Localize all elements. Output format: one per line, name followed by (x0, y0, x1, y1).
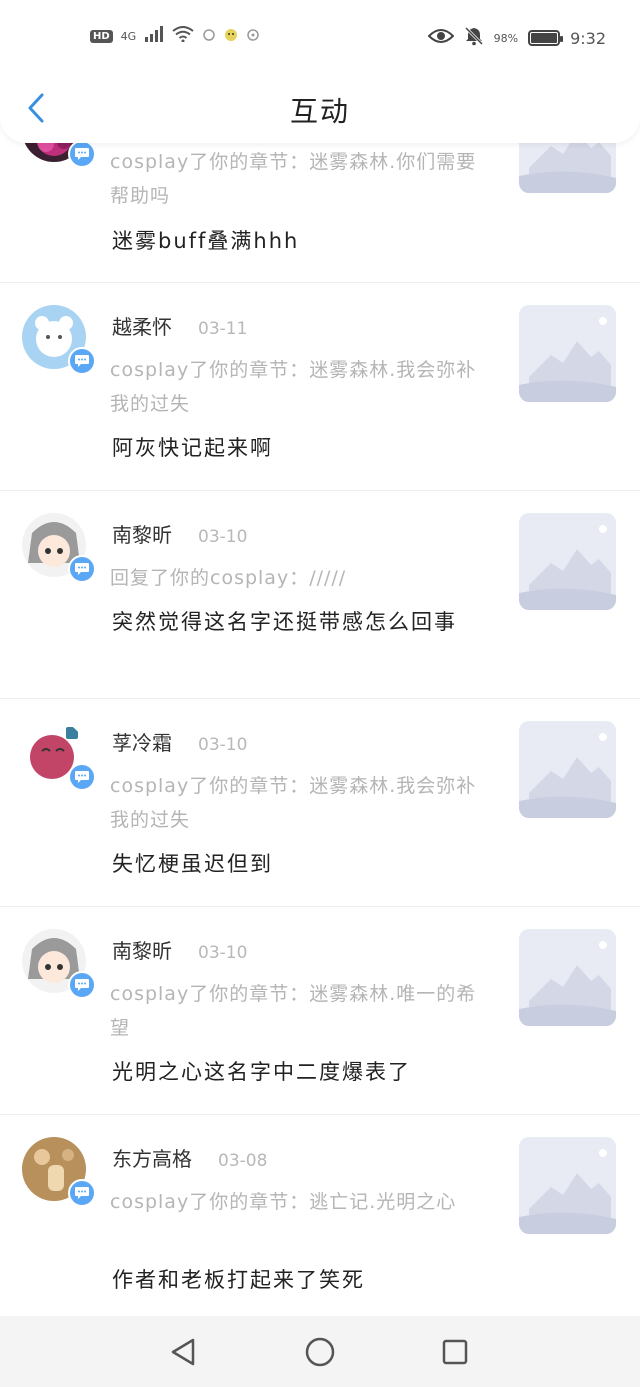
nav-recents-button[interactable] (437, 1334, 473, 1370)
list-item[interactable]: 南黎昕 03-10 cosplay了你的章节：迷雾森林.唯一的希望 光明之心这名… (0, 907, 640, 1115)
page-title: 互动 (289, 95, 350, 128)
comment-badge-icon (68, 1179, 96, 1207)
item-comment: 阿灰快记起来啊 (112, 436, 273, 460)
name-row: 东方高格 03-08 (112, 1143, 267, 1172)
battery-percent: 98% (493, 31, 519, 45)
chapter-thumbnail[interactable] (519, 1137, 616, 1234)
avatar[interactable] (22, 929, 96, 999)
item-description: 回复了你的cosplay：///// (110, 567, 347, 589)
back-triangle-icon (171, 1338, 195, 1366)
item-comment: 迷雾buff叠满hhh (112, 229, 300, 253)
user-name[interactable]: 南黎昕 (112, 519, 172, 548)
list-item[interactable]: 南黎昕 03-10 回复了你的cosplay：///// 突然觉得这名字还挺带感… (0, 491, 640, 699)
user-name[interactable]: 南黎昕 (112, 935, 172, 964)
avatar[interactable] (22, 513, 96, 583)
name-row: 南黎昕 03-10 (112, 935, 247, 964)
item-description: cosplay了你的章节：迷雾森林.我会弥补我的过失 (110, 359, 477, 415)
status-bar: HD 4G 98% 9:32 (0, 0, 640, 76)
list-item[interactable]: 东方高格 03-08 cosplay了你的章节：逃亡记.光明之心 作者和老板打起… (0, 1115, 640, 1316)
nav-home-button[interactable] (302, 1334, 338, 1370)
app-icon (246, 27, 260, 46)
chapter-thumbnail[interactable] (519, 721, 616, 818)
status-right: 98% 9:32 (427, 26, 606, 50)
user-name[interactable]: 东方高格 (112, 1143, 192, 1172)
item-date: 03-10 (198, 527, 248, 547)
status-left: HD 4G (90, 26, 260, 46)
header: 互动 (0, 76, 640, 143)
avatar[interactable] (22, 1137, 96, 1207)
comment-badge-icon (68, 971, 96, 999)
comment-badge-icon (68, 140, 96, 168)
user-name[interactable]: 越柔怀 (112, 311, 172, 340)
app-icon (202, 27, 216, 46)
eye-icon (427, 28, 455, 48)
clock-time: 9:32 (570, 28, 606, 48)
item-date: 03-10 (198, 943, 248, 963)
battery-icon (528, 30, 564, 46)
bell-off-icon (464, 26, 484, 50)
comment-badge-icon (68, 763, 96, 791)
name-row: 越柔怀 03-11 (112, 311, 247, 340)
system-nav-bar (0, 1316, 640, 1387)
item-description: cosplay了你的章节：迷雾森林.你们需要帮助吗 (110, 151, 477, 207)
item-date: 03-11 (198, 319, 248, 339)
home-circle-icon (305, 1337, 335, 1367)
item-comment: 光明之心这名字中二度爆表了 (112, 1060, 411, 1084)
hd-badge: HD (90, 29, 113, 43)
item-date: 03-10 (198, 735, 248, 755)
wifi-icon (172, 26, 194, 46)
list-item[interactable]: 莩冷霜 03-10 cosplay了你的章节：迷雾森林.我会弥补我的过失 失忆梗… (0, 699, 640, 907)
name-row: 南黎昕 03-10 (112, 519, 247, 548)
recents-square-icon (442, 1339, 468, 1365)
item-description: cosplay了你的章节：迷雾森林.我会弥补我的过失 (110, 775, 477, 831)
item-comment: 作者和老板打起来了笑死 (112, 1268, 365, 1292)
app-icon (224, 27, 238, 46)
nav-back-button[interactable] (165, 1334, 201, 1370)
item-date: 03-08 (218, 1151, 268, 1171)
chapter-thumbnail[interactable] (519, 513, 616, 610)
avatar[interactable] (22, 305, 96, 375)
user-name[interactable]: 莩冷霜 (112, 727, 172, 756)
comment-badge-icon (68, 347, 96, 375)
item-comment: 突然觉得这名字还挺带感怎么回事 (112, 610, 457, 634)
comment-badge-icon (68, 555, 96, 583)
list-item[interactable]: 越柔怀 03-11 cosplay了你的章节：迷雾森林.我会弥补我的过失 阿灰快… (0, 283, 640, 491)
name-row: 莩冷霜 03-10 (112, 727, 247, 756)
chapter-thumbnail[interactable] (519, 305, 616, 402)
item-description: cosplay了你的章节：迷雾森林.唯一的希望 (110, 983, 477, 1039)
chapter-thumbnail[interactable] (519, 929, 616, 1026)
signal-icon (144, 26, 164, 46)
network-type: 4G (120, 29, 137, 43)
item-comment: 失忆梗虽迟但到 (112, 852, 273, 876)
top-bar: HD 4G 98% 9:32 互动 (0, 0, 640, 143)
avatar[interactable] (22, 721, 96, 791)
item-description: cosplay了你的章节：逃亡记.光明之心 (110, 1191, 457, 1213)
